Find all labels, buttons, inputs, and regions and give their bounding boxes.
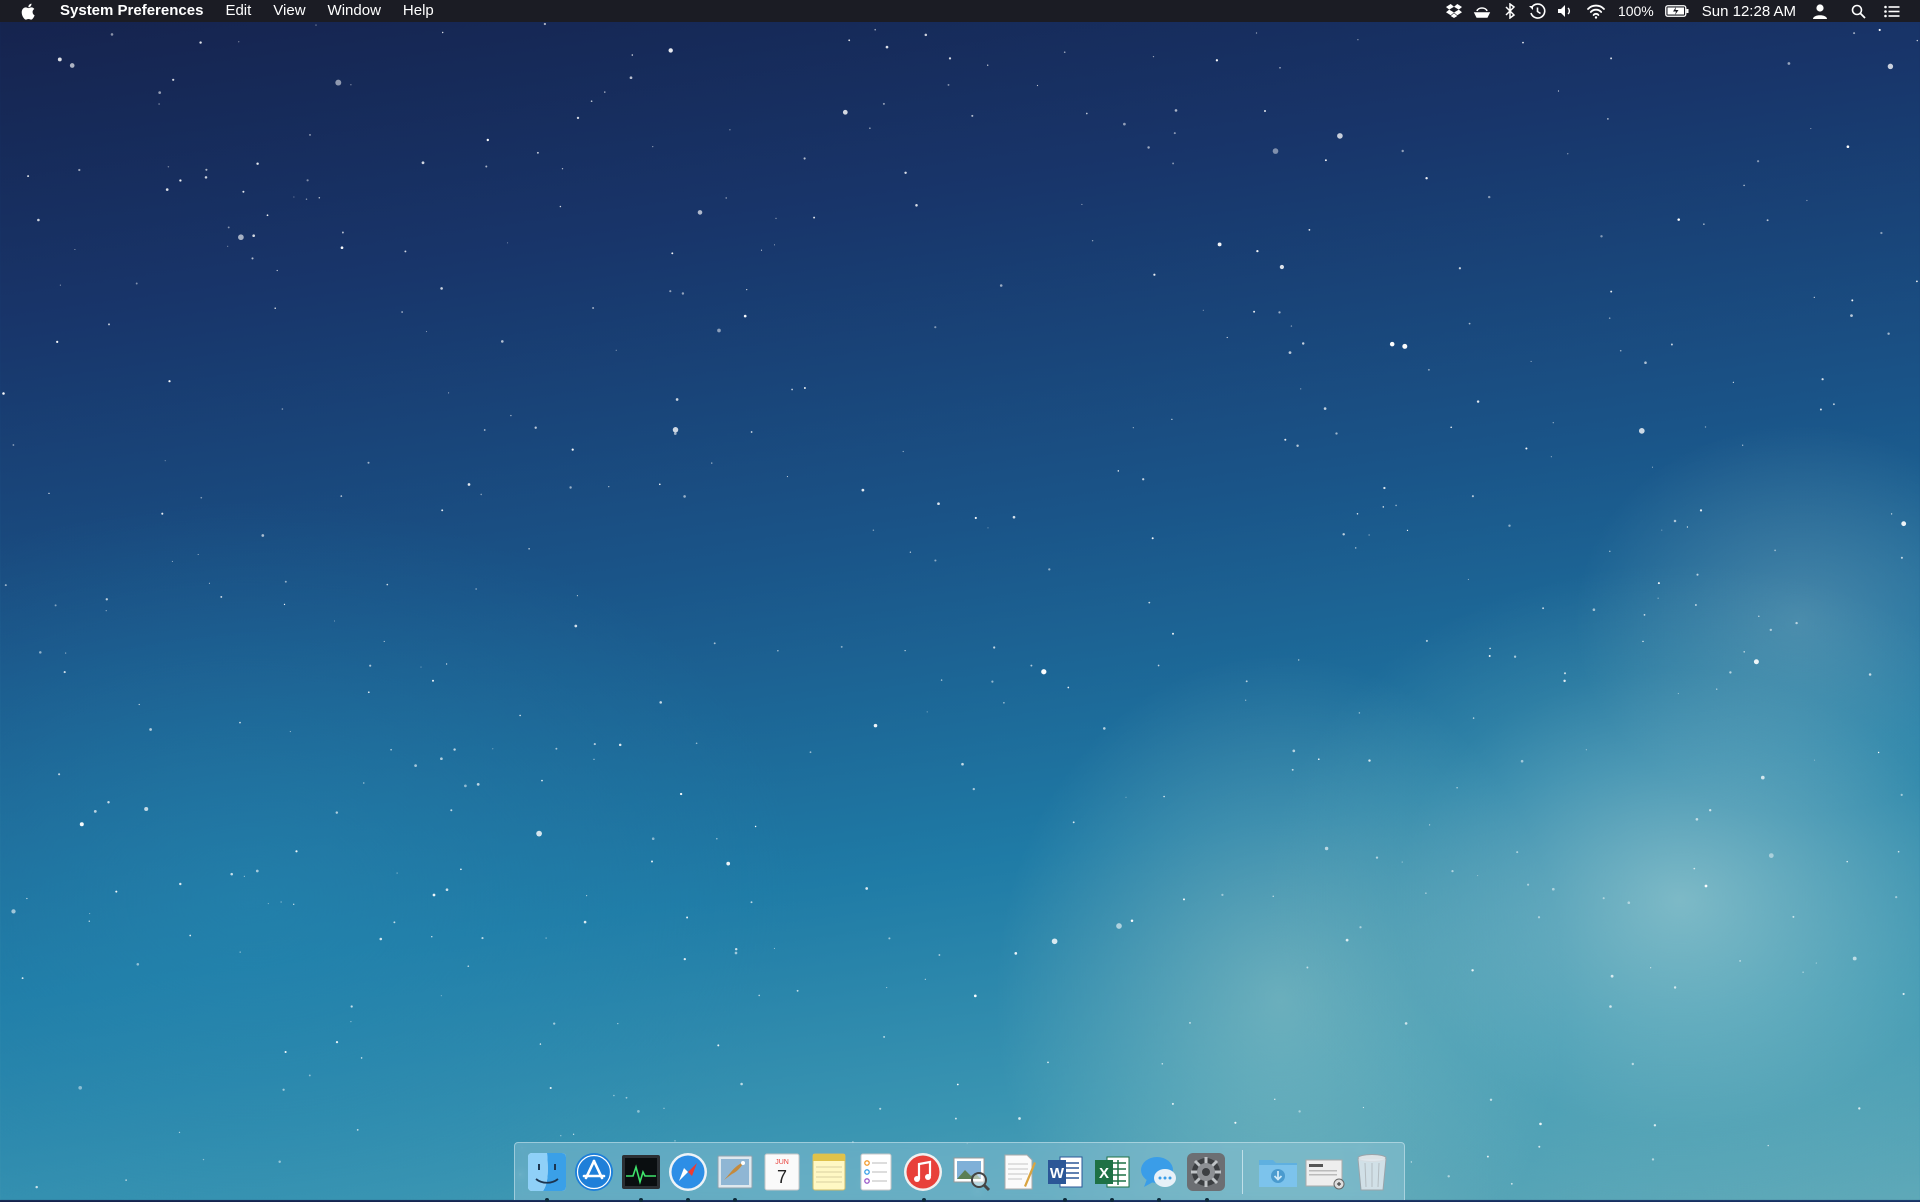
menu-bar: System Preferences Edit View Window Help xyxy=(0,0,1920,22)
word-icon: W xyxy=(1047,1156,1083,1187)
trash-icon xyxy=(1357,1153,1387,1190)
wallpaper-starfield xyxy=(2,22,1919,1193)
dock-mail[interactable] xyxy=(713,1150,756,1202)
spotlight-search-icon[interactable] xyxy=(1848,2,1868,20)
system-preferences-icon xyxy=(1187,1152,1226,1191)
dock-documents-stack[interactable] xyxy=(1304,1150,1347,1194)
dock-downloads-stack[interactable] xyxy=(1257,1150,1300,1194)
calendar-day: 7 xyxy=(777,1167,787,1187)
dock-messages[interactable] xyxy=(1137,1150,1180,1202)
excel-icon: X xyxy=(1094,1156,1130,1187)
notification-center-icon[interactable] xyxy=(1882,2,1902,20)
svg-text:W: W xyxy=(1050,1165,1065,1182)
time-machine-icon[interactable] xyxy=(1528,2,1548,20)
menu-help[interactable]: Help xyxy=(392,0,445,22)
menu-window[interactable]: Window xyxy=(317,0,392,22)
calendar-icon: JUN 7 xyxy=(764,1153,800,1190)
messages-icon xyxy=(1140,1156,1176,1187)
dock-activity-monitor[interactable] xyxy=(619,1150,662,1202)
mail-icon xyxy=(717,1155,753,1188)
dock-safari[interactable] xyxy=(666,1150,709,1202)
dock-calendar[interactable]: JUN 7 xyxy=(761,1150,804,1194)
dock: JUN 7 W X xyxy=(514,1142,1405,1202)
dock-separator xyxy=(1241,1149,1243,1194)
menu-app-name[interactable]: System Preferences xyxy=(52,0,214,22)
dock-preview[interactable] xyxy=(949,1150,992,1194)
menu-view[interactable]: View xyxy=(262,0,316,22)
notes-icon xyxy=(812,1153,846,1190)
battery-charging-icon[interactable] xyxy=(1664,2,1690,20)
preview-icon xyxy=(953,1157,990,1191)
battery-percent: 100% xyxy=(1617,3,1654,19)
dock-app-store[interactable] xyxy=(572,1150,615,1194)
app-store-icon xyxy=(574,1152,613,1191)
volume-icon[interactable] xyxy=(1556,2,1576,20)
dock-itunes[interactable] xyxy=(902,1150,945,1202)
itunes-icon xyxy=(904,1152,943,1191)
dock-notes[interactable] xyxy=(808,1150,851,1194)
status-menus: 100% Sun 12:28 AM xyxy=(1440,0,1906,22)
calendar-month: JUN xyxy=(775,1159,789,1166)
apple-menu-icon[interactable] xyxy=(18,1,38,21)
dock-word[interactable]: W xyxy=(1043,1150,1086,1202)
bluetooth-icon[interactable] xyxy=(1500,2,1520,20)
dropbox-icon[interactable] xyxy=(1444,2,1464,20)
menubar-clock[interactable]: Sun 12:28 AM xyxy=(1702,3,1796,20)
documents-stack-icon xyxy=(1305,1159,1345,1189)
textedit-icon xyxy=(1004,1154,1036,1189)
dock-reminders[interactable] xyxy=(855,1150,898,1194)
safari-icon xyxy=(668,1152,707,1191)
user-icon[interactable] xyxy=(1810,2,1830,20)
svg-text:X: X xyxy=(1099,1165,1109,1182)
activity-monitor-icon xyxy=(621,1154,660,1189)
downloads-folder-icon xyxy=(1259,1159,1298,1187)
dock-finder[interactable] xyxy=(525,1150,568,1202)
drive-sync-icon[interactable] xyxy=(1472,2,1492,20)
dock-trash[interactable] xyxy=(1351,1150,1394,1194)
dock-textedit[interactable] xyxy=(996,1150,1039,1194)
finder-icon xyxy=(527,1152,566,1191)
dock-excel[interactable]: X xyxy=(1090,1150,1133,1202)
menu-edit[interactable]: Edit xyxy=(214,0,262,22)
wifi-icon[interactable] xyxy=(1584,2,1608,20)
reminders-icon xyxy=(860,1153,892,1190)
dock-system-preferences[interactable] xyxy=(1185,1150,1228,1202)
